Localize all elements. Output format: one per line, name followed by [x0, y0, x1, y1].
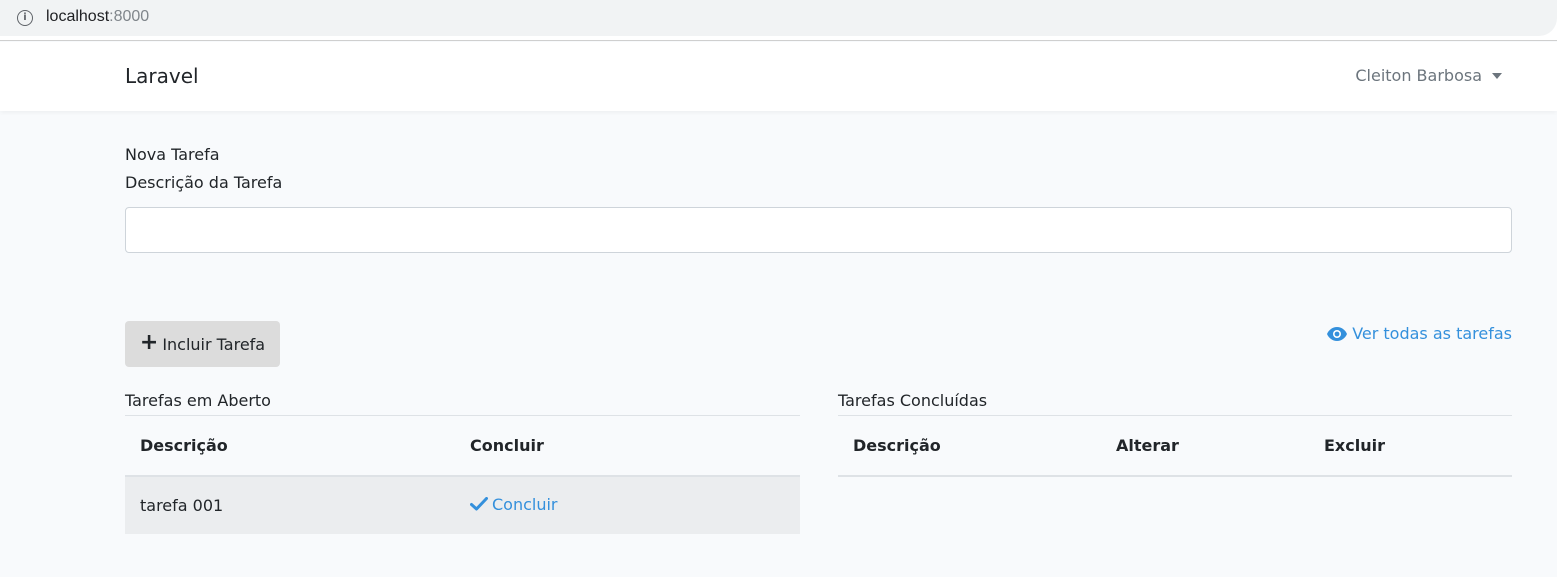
column-header: Excluir — [1309, 415, 1512, 477]
done-tasks-title: Tarefas Concluídas — [838, 391, 988, 410]
table-row: tarefa 001 Concluir — [125, 475, 800, 534]
column-header: Concluir — [455, 415, 800, 477]
column-header: Alterar — [1101, 415, 1309, 477]
check-icon — [470, 497, 488, 511]
add-task-label: Incluir Tarefa — [162, 334, 266, 354]
form-title: Nova Tarefa — [125, 145, 220, 164]
column-header: Descrição — [838, 415, 1101, 477]
user-menu-toggle[interactable]: Cleiton Barbosa — [1355, 66, 1502, 85]
eye-icon — [1327, 326, 1348, 341]
address-bar-field[interactable]: i localhost:8000 — [0, 0, 1557, 36]
open-tasks-title: Tarefas em Aberto — [125, 391, 271, 410]
conclude-label: Concluir — [492, 494, 558, 514]
description-input[interactable] — [125, 207, 1512, 253]
view-all-tasks-link[interactable]: Ver todas as tarefas — [1327, 324, 1512, 343]
brand-link[interactable]: Laravel — [125, 64, 199, 88]
url-text[interactable]: localhost:8000 — [46, 8, 149, 26]
url-port: :8000 — [109, 8, 150, 25]
conclude-task-link[interactable]: Concluir — [470, 495, 558, 514]
description-label: Descrição da Tarefa — [125, 173, 283, 192]
done-tasks-table: Descrição Alterar Excluir — [838, 415, 1512, 477]
task-description: tarefa 001 — [140, 495, 224, 515]
view-all-label: Ver todas as tarefas — [1352, 324, 1512, 343]
add-task-button[interactable]: + Incluir Tarefa — [125, 321, 280, 367]
user-name: Cleiton Barbosa — [1355, 66, 1482, 85]
column-header: Descrição — [125, 415, 455, 477]
caret-down-icon — [1492, 73, 1502, 79]
navbar: Laravel Cleiton Barbosa — [0, 42, 1557, 111]
browser-address-bar: i localhost:8000 — [0, 0, 1557, 41]
url-host: localhost — [46, 8, 110, 25]
info-icon[interactable]: i — [17, 10, 33, 26]
open-tasks-table: Descrição Concluir tarefa 001 Concluir — [125, 415, 800, 534]
plus-icon: + — [139, 330, 159, 355]
